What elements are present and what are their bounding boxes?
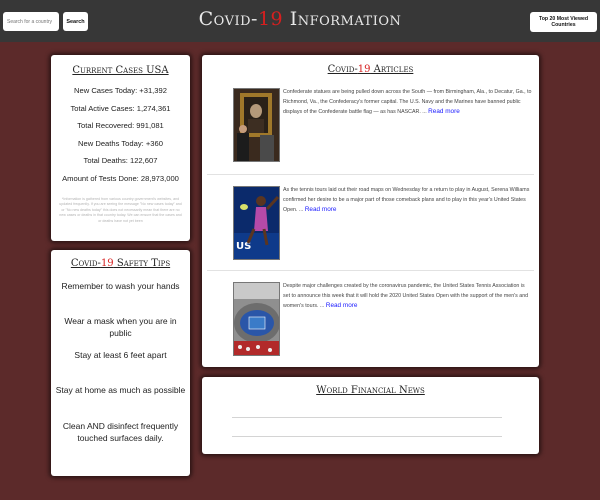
article-summary: Despite major challenges created by the … xyxy=(283,281,533,311)
stat-total-deaths: Total Deaths: 122,607 xyxy=(83,156,158,166)
article-image-tennis-player[interactable]: US xyxy=(233,186,280,260)
safety-tips-title: Covid-19 Safety Tips xyxy=(51,258,190,269)
disclaimer-text: *Information is gathered from various co… xyxy=(59,196,182,223)
stat-recovered: Total Recovered: 991,081 xyxy=(77,121,164,131)
read-more-link[interactable]: Read more xyxy=(305,206,337,213)
article-text: Confederate statues are being pulled dow… xyxy=(283,89,532,115)
read-more-link[interactable]: Read more xyxy=(326,302,358,309)
financial-news-card: World Financial News xyxy=(202,377,539,454)
article-image-tennis-stadium[interactable] xyxy=(233,282,280,356)
stat-tests-done: Amount of Tests Done: 28,973,000 xyxy=(62,173,179,183)
current-cases-card: Current Cases USA New Cases Today: +31,3… xyxy=(51,55,190,241)
top20-countries-button[interactable]: Top 20 Most Viewed Countries xyxy=(530,12,597,32)
current-cases-title: Current Cases USA xyxy=(72,65,169,76)
tips-title-number: 19 xyxy=(100,258,114,269)
news-divider xyxy=(232,436,502,437)
site-title-suffix: Information xyxy=(283,8,402,30)
articles-title-number: 19 xyxy=(357,64,371,75)
top-header: Search Covid-19 Information Top 20 Most … xyxy=(0,0,600,42)
site-title-number: 19 xyxy=(257,8,284,30)
site-title: Covid-19 Information xyxy=(0,8,600,30)
tip-disinfect: Clean AND disinfect frequently touched s… xyxy=(62,421,179,443)
news-divider xyxy=(232,417,502,418)
tip-stay-home: Stay at home as much as possible xyxy=(55,385,186,395)
tip-wash-hands: Remember to wash your hands xyxy=(61,281,180,291)
financial-news-title: World Financial News xyxy=(316,385,425,396)
safety-tips-card: Covid-19 Safety Tips Remember to wash yo… xyxy=(51,250,190,476)
tips-title-suffix: Safety Tips xyxy=(113,258,171,269)
tip-six-feet: Stay at least 6 feet apart xyxy=(74,350,167,360)
tips-title-prefix: Covid- xyxy=(70,258,101,269)
article-summary: Confederate statues are being pulled dow… xyxy=(283,87,533,117)
article-divider xyxy=(207,174,534,175)
stat-new-cases: New Cases Today: +31,392 xyxy=(74,86,167,95)
stat-new-deaths: New Deaths Today: +360 xyxy=(78,138,163,148)
article-text: Despite major challenges created by the … xyxy=(283,283,529,309)
site-title-prefix: Covid- xyxy=(198,8,258,30)
articles-card: Covid-19 Articles Confederate statues ar… xyxy=(202,55,539,367)
articles-title-prefix: Covid- xyxy=(327,64,358,75)
stats-list: New Cases Today: +31,392 Total Active Ca… xyxy=(51,82,190,188)
tip-wear-mask: Wear a mask when you are in public xyxy=(64,316,177,338)
article-summary: As the tennis tours laid out their road … xyxy=(283,185,533,215)
articles-title-suffix: Articles xyxy=(370,64,414,75)
article-divider xyxy=(207,270,534,271)
articles-title: Covid-19 Articles xyxy=(202,64,539,75)
article-image-portrait[interactable] xyxy=(233,88,280,162)
read-more-link[interactable]: Read more xyxy=(428,108,460,115)
stat-active-cases: Total Active Cases: 1,274,361 xyxy=(70,103,171,113)
